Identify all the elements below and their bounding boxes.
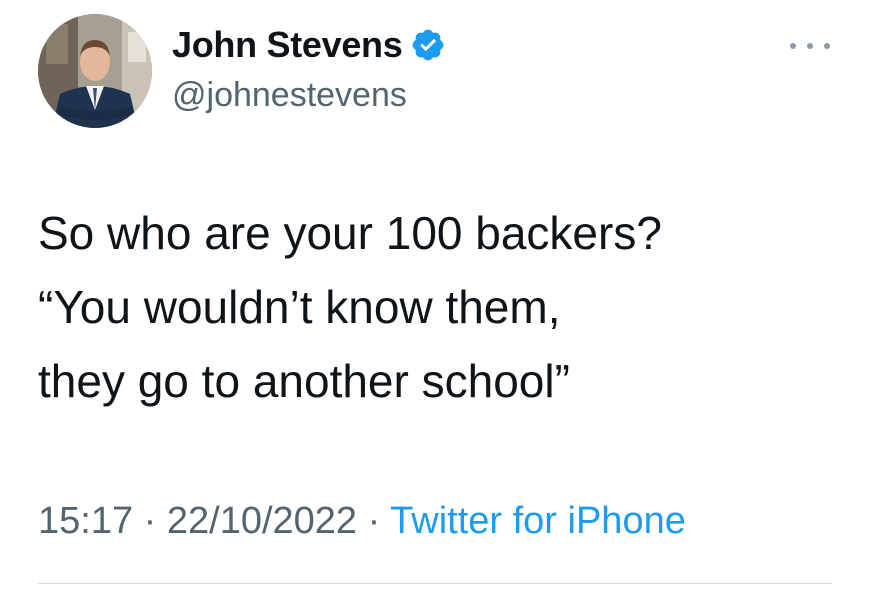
tweet-meta: 15:17 · 22/10/2022 · Twitter for iPhone <box>38 500 686 543</box>
meta-separator: · <box>357 500 391 542</box>
tweet-text-line: they go to another school” <box>38 355 570 407</box>
avatar-image <box>38 14 152 128</box>
author-handle[interactable]: @johnestevens <box>172 76 407 115</box>
tweet-text-line: “You wouldn’t know them, <box>38 281 561 333</box>
verified-badge-icon <box>410 27 446 63</box>
more-dot <box>790 43 796 49</box>
more-options-icon[interactable] <box>790 36 830 56</box>
divider <box>38 583 832 584</box>
tweet: John Stevens @johnestevens So who are yo… <box>0 0 869 600</box>
meta-separator: · <box>133 500 167 542</box>
tweet-time[interactable]: 15:17 <box>38 500 133 542</box>
more-dot <box>807 43 813 49</box>
avatar[interactable] <box>38 14 152 128</box>
author-display-name[interactable]: John Stevens <box>172 24 403 66</box>
tweet-date[interactable]: 22/10/2022 <box>167 500 357 542</box>
tweet-text-line: So who are your 100 backers? <box>38 207 662 259</box>
tweet-source-link[interactable]: Twitter for iPhone <box>390 500 686 542</box>
tweet-text: So who are your 100 backers? “You wouldn… <box>38 196 848 418</box>
more-dot <box>824 43 830 49</box>
author-name-row: John Stevens <box>172 22 446 68</box>
